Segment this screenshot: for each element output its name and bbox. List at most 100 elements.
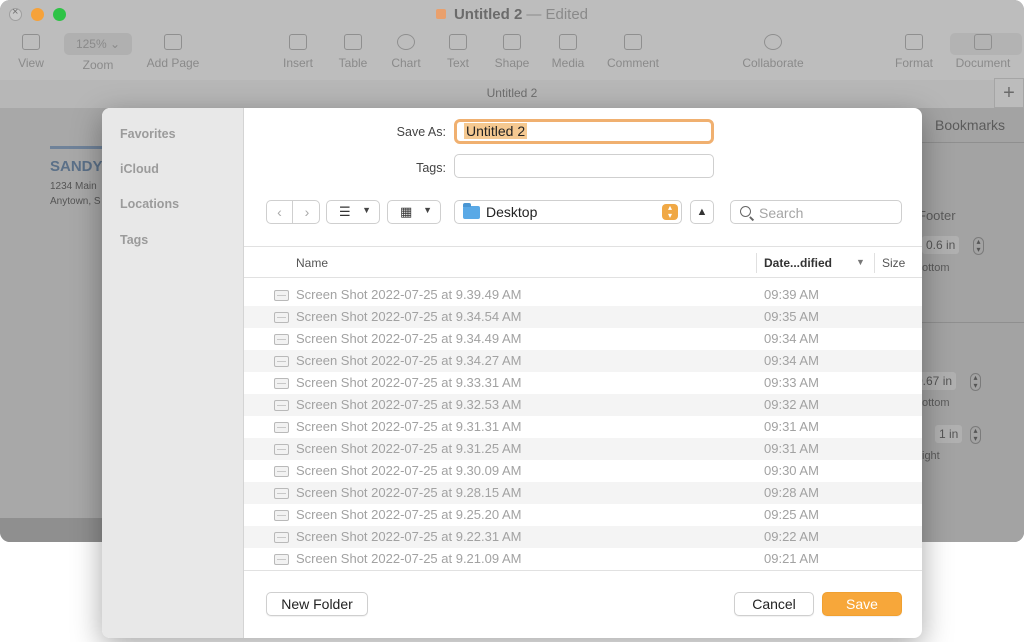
image-file-icon: [274, 356, 289, 367]
file-name: Screen Shot 2022-07-25 at 9.33.31 AM: [296, 375, 522, 390]
file-name: Screen Shot 2022-07-25 at 9.25.20 AM: [296, 507, 522, 522]
file-row: Screen Shot 2022-07-25 at 9.30.09 AM 09:3…: [244, 460, 922, 482]
file-row: Screen Shot 2022-07-25 at 9.28.15 AM 09:2…: [244, 482, 922, 504]
sidebar-item-favorites[interactable]: Favorites: [120, 127, 176, 141]
inspector-tab-bookmarks[interactable]: Bookmarks: [935, 117, 1005, 133]
window-title-name: Untitled 2: [453, 6, 523, 23]
tags-field[interactable]: [454, 154, 714, 178]
toolbar-text-label: Text: [446, 56, 469, 70]
inspector-label-1: ottom: [922, 262, 950, 274]
toolbar-chart-button[interactable]: Chart: [387, 34, 425, 70]
add-page-icon: [164, 34, 182, 50]
sidebar-icon: [22, 34, 40, 50]
inspector-field-3[interactable]: 1 in: [935, 425, 963, 443]
image-file-icon: [274, 532, 289, 543]
image-file-icon: [274, 334, 289, 345]
inspector-panel: [905, 108, 1024, 542]
file-date: 09:32 AM: [764, 397, 819, 412]
file-list-bottom-border: [244, 570, 922, 571]
toolbar-shape-label: Shape: [494, 56, 530, 70]
file-name: Screen Shot 2022-07-25 at 9.39.49 AM: [296, 287, 522, 302]
inspector-field-1[interactable]: 0.6 in: [922, 236, 960, 254]
file-date: 09:34 AM: [764, 331, 819, 346]
image-file-icon: [274, 510, 289, 521]
column-header-date[interactable]: Date...dified: [764, 256, 832, 270]
toolbar-table-button[interactable]: Table: [334, 34, 372, 70]
back-button[interactable]: ‹: [267, 201, 293, 223]
cancel-button[interactable]: Cancel: [734, 592, 814, 616]
sort-chevron-icon[interactable]: ▼: [856, 257, 865, 267]
zoom-popup[interactable]: 125% ⌄: [64, 33, 132, 55]
save-button[interactable]: Save: [822, 592, 902, 616]
group-view-button[interactable]: ▦ ▼: [387, 200, 441, 224]
inspector-label-2: ottom: [922, 397, 950, 409]
new-tab-button[interactable]: +: [994, 78, 1024, 108]
file-row: Screen Shot 2022-07-25 at 9.34.27 AM 09:3…: [244, 350, 922, 372]
image-file-icon: [274, 378, 289, 389]
toolbar-view-label: View: [18, 56, 44, 70]
toolbar-zoom-label-wrap: Zoom: [74, 58, 122, 72]
search-input[interactable]: [759, 204, 897, 221]
list-icon: ☰: [339, 204, 351, 219]
file-date: 09:28 AM: [764, 485, 819, 500]
forward-button[interactable]: ›: [294, 201, 320, 223]
tab-bar: Untitled 2: [0, 80, 1024, 108]
sidebar-item-icloud[interactable]: iCloud: [120, 162, 159, 176]
chevron-right-icon: ›: [304, 204, 310, 220]
file-name: Screen Shot 2022-07-25 at 9.30.09 AM: [296, 463, 522, 478]
save-dialog: Favorites iCloud Locations Tags Save As:…: [102, 108, 922, 638]
column-header-size[interactable]: Size: [882, 256, 905, 270]
text-icon: [449, 34, 467, 50]
location-label: Desktop: [486, 204, 538, 220]
new-folder-button[interactable]: New Folder: [266, 592, 368, 616]
location-popup[interactable]: Desktop ▴ ▾: [454, 200, 682, 224]
toolbar-view-button[interactable]: View: [14, 34, 48, 70]
tab-title[interactable]: Untitled 2: [0, 86, 1024, 100]
file-name: Screen Shot 2022-07-25 at 9.34.54 AM: [296, 309, 522, 324]
sidebar-item-tags[interactable]: Tags: [120, 233, 148, 247]
file-list: Screen Shot 2022-07-25 at 9.39.49 AM 09:3…: [244, 284, 922, 570]
toolbar-format-button[interactable]: Format: [892, 34, 936, 70]
collapse-dialog-button[interactable]: ▲: [690, 200, 714, 224]
inspector-stepper-2[interactable]: ▴ ▾: [970, 373, 981, 391]
column-header-name[interactable]: Name: [296, 256, 328, 270]
toolbar-comment-label: Comment: [606, 56, 659, 70]
file-row: Screen Shot 2022-07-25 at 9.34.49 AM 09:3…: [244, 328, 922, 350]
file-date: 09:35 AM: [764, 309, 819, 324]
document-heading: SANDY: [50, 158, 103, 175]
file-name: Screen Shot 2022-07-25 at 9.32.53 AM: [296, 397, 522, 412]
file-list-header: Name Date...dified ▼ Size: [244, 246, 922, 278]
file-date: 09:31 AM: [764, 419, 819, 434]
file-date: 09:21 AM: [764, 551, 819, 566]
toolbar-collaborate-button[interactable]: Collaborate: [738, 34, 808, 70]
comment-icon: [624, 34, 642, 50]
list-view-button[interactable]: ☰ ▼: [326, 200, 380, 224]
toolbar-insert-button[interactable]: Insert: [278, 34, 318, 70]
toolbar-format-label: Format: [894, 56, 933, 70]
toolbar-shape-button[interactable]: Shape: [492, 34, 532, 70]
toolbar-document-button[interactable]: Document: [951, 34, 1015, 70]
inspector-stepper-3[interactable]: ▴ ▾: [970, 426, 981, 444]
inspector-label-3: ight: [922, 450, 940, 462]
document-icon: [974, 34, 992, 50]
save-as-field[interactable]: Untitled 2: [454, 119, 714, 144]
toolbar-text-button[interactable]: Text: [440, 34, 476, 70]
inspector-stepper-1[interactable]: ▴ ▾: [973, 237, 984, 255]
file-name: Screen Shot 2022-07-25 at 9.28.15 AM: [296, 485, 522, 500]
toolbar-collaborate-label: Collaborate: [742, 56, 804, 70]
toolbar-comment-button[interactable]: Comment: [603, 34, 663, 70]
format-icon: [905, 34, 923, 50]
toolbar-media-button[interactable]: Media: [548, 34, 588, 70]
image-file-icon: [274, 290, 289, 301]
image-file-icon: [274, 488, 289, 499]
insert-icon: [289, 34, 307, 50]
file-name: Screen Shot 2022-07-25 at 9.31.31 AM: [296, 419, 522, 434]
file-date: 09:34 AM: [764, 353, 819, 368]
file-row: Screen Shot 2022-07-25 at 9.22.31 AM 09:2…: [244, 526, 922, 548]
sidebar-item-locations[interactable]: Locations: [120, 197, 179, 211]
file-date: 09:33 AM: [764, 375, 819, 390]
file-date: 09:31 AM: [764, 441, 819, 456]
toolbar-add-page-button[interactable]: Add Page: [142, 34, 204, 70]
media-icon: [559, 34, 577, 50]
search-box: [730, 200, 902, 224]
